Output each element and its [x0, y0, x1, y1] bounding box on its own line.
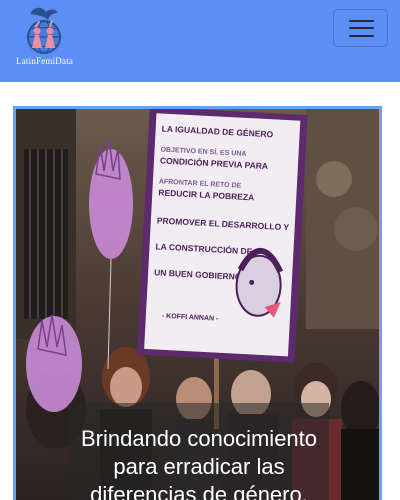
globe-logo-icon	[27, 7, 61, 54]
hamburger-icon	[349, 20, 374, 22]
caption-line: para erradicar las	[113, 454, 285, 479]
navbar: LatinFemiData	[0, 0, 400, 82]
carousel[interactable]: LA IGUALDAD DE GÉNERO OBJETIVO EN SÍ. ES…	[13, 106, 382, 500]
caption-line: diferencias de género.	[90, 482, 308, 500]
hamburger-icon-bottom	[349, 35, 374, 37]
carousel-caption: Brindando conocimiento para erradicar la…	[69, 403, 329, 500]
caption-text: Brindando conocimiento para erradicar la…	[69, 425, 329, 500]
navbar-toggle-button[interactable]	[333, 9, 388, 47]
brand-name: LatinFemiData	[16, 56, 74, 66]
hamburger-icon-middle	[349, 27, 374, 29]
brand-logo-link[interactable]: LatinFemiData	[6, 4, 86, 66]
caption-line: Brindando conocimiento	[80, 426, 318, 451]
